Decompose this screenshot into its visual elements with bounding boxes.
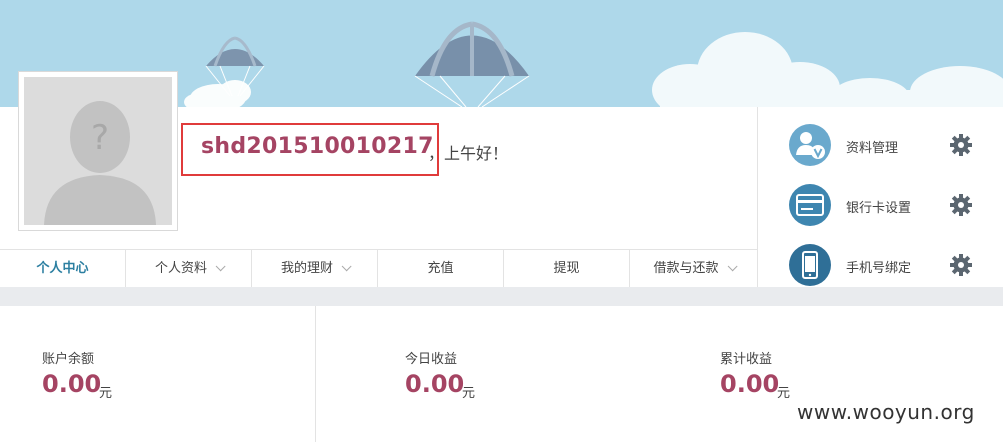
today-earnings-value: 0.00 — [405, 370, 465, 398]
gear-icon[interactable] — [949, 253, 973, 277]
balance-unit: 元 — [99, 386, 113, 401]
chevron-down-icon — [341, 261, 352, 272]
balance-label: 账户余额 — [42, 352, 95, 367]
side-item-profile-management[interactable]: 资料管理 — [758, 117, 1003, 173]
profile-tabs: 个人中心 个人资料 我的理财 充值 提现 借款与还款 — [0, 249, 757, 287]
svg-text:?: ? — [91, 118, 109, 158]
bank-card-icon — [789, 184, 831, 226]
username: shd201510010217 — [201, 134, 434, 159]
side-item-label: 资料管理 — [846, 141, 899, 156]
user-verified-icon — [789, 124, 831, 166]
tab-my-investments[interactable]: 我的理财 — [252, 250, 378, 287]
gear-icon[interactable] — [949, 193, 973, 217]
side-item-label: 银行卡设置 — [846, 201, 912, 216]
greeting-text: ，上午好！ — [428, 144, 509, 163]
parachute-icon — [414, 21, 530, 107]
balance-value: 0.00 — [42, 370, 102, 398]
tab-loans-repayment[interactable]: 借款与还款 — [630, 250, 757, 287]
side-item-label: 手机号绑定 — [846, 261, 912, 276]
tab-withdraw[interactable]: 提现 — [504, 250, 630, 287]
account-settings-panel: 资料管理 银行卡设置 手机号绑定 — [757, 107, 1003, 287]
total-earnings-unit: 元 — [777, 386, 791, 401]
cloud-icon — [652, 32, 1003, 107]
side-item-bank-card[interactable]: 银行卡设置 — [758, 177, 1003, 233]
tab-recharge[interactable]: 充值 — [378, 250, 504, 287]
tab-personal-info[interactable]: 个人资料 — [126, 250, 252, 287]
gear-icon[interactable] — [949, 133, 973, 157]
total-earnings-value: 0.00 — [720, 370, 780, 398]
side-item-phone-binding[interactable]: 手机号绑定 — [758, 237, 1003, 293]
chevron-down-icon — [215, 261, 226, 272]
mobile-phone-icon — [789, 244, 831, 286]
chevron-down-icon — [727, 261, 738, 272]
today-earnings-unit: 元 — [462, 386, 476, 401]
watermark: www.wooyun.org — [797, 400, 975, 424]
cloud-icon — [184, 80, 251, 107]
stats-divider — [315, 306, 316, 442]
today-earnings-label: 今日收益 — [405, 352, 458, 367]
default-avatar-icon: ? — [44, 101, 156, 225]
tab-personal-center[interactable]: 个人中心 — [0, 250, 126, 287]
avatar[interactable]: ? — [18, 71, 178, 231]
total-earnings-label: 累计收益 — [720, 352, 773, 367]
